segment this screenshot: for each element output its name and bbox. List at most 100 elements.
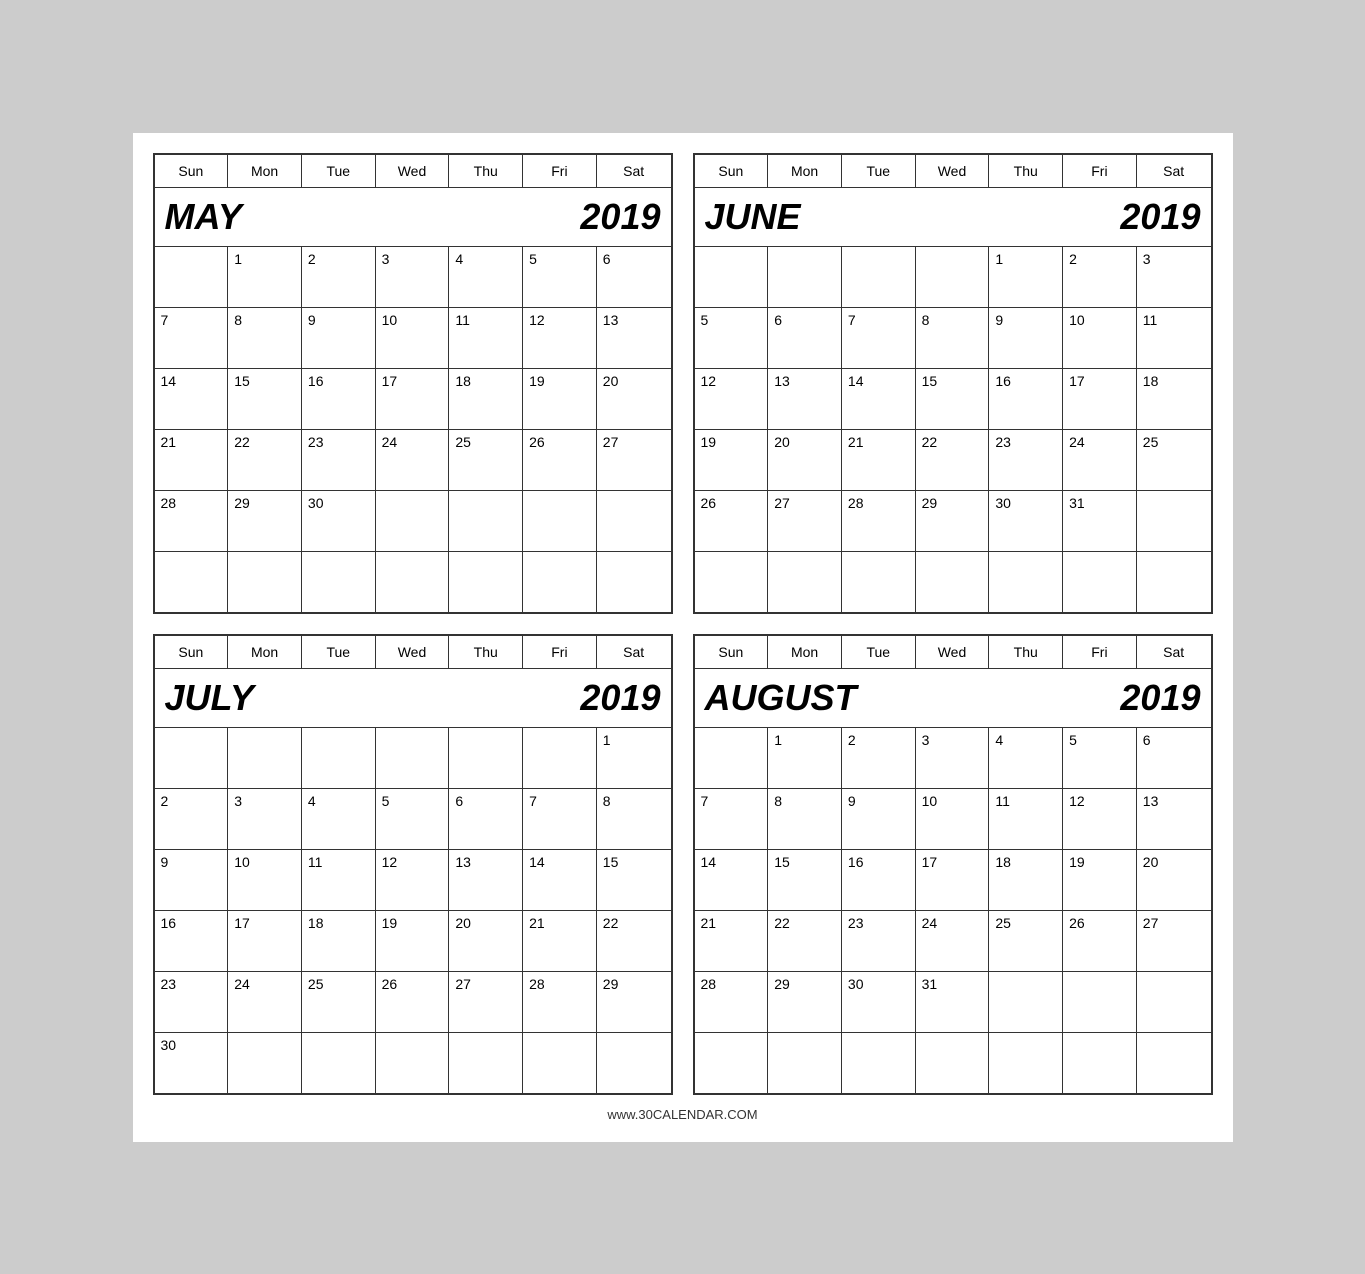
list-item: 8: [768, 789, 842, 849]
list-item: [449, 1033, 523, 1093]
list-item: [228, 1033, 302, 1093]
month-title-row-june-2019: JUNE2019: [695, 188, 1211, 247]
list-item: 7: [155, 308, 229, 368]
list-item: 24: [228, 972, 302, 1032]
list-item: 14: [695, 850, 769, 910]
list-item: [1137, 552, 1211, 612]
list-item: [155, 247, 229, 307]
list-item: 26: [695, 491, 769, 551]
list-item: 13: [449, 850, 523, 910]
day-name-mon: Mon: [768, 636, 842, 668]
list-item: 13: [1137, 789, 1211, 849]
day-name-mon: Mon: [228, 636, 302, 668]
year-name-august-2019: 2019: [1120, 677, 1200, 719]
weeks-june-2019: 1235678910111213141516171819202122232425…: [695, 247, 1211, 612]
list-item: [302, 1033, 376, 1093]
day-name-thu: Thu: [449, 636, 523, 668]
day-names-row-june-2019: SunMonTueWedThuFriSat: [695, 155, 1211, 188]
list-item: 8: [916, 308, 990, 368]
list-item: [842, 1033, 916, 1093]
table-row: 9101112131415: [155, 850, 671, 911]
list-item: 22: [228, 430, 302, 490]
list-item: 12: [1063, 789, 1137, 849]
day-name-fri: Fri: [1063, 636, 1137, 668]
month-title-row-august-2019: AUGUST 2019: [695, 669, 1211, 728]
day-name-fri: Fri: [1063, 155, 1137, 187]
day-name-thu: Thu: [989, 155, 1063, 187]
calendar-july-2019: SunMonTueWedThuFriSatJULY201912345678910…: [153, 634, 673, 1095]
list-item: [1137, 972, 1211, 1032]
list-item: 26: [376, 972, 450, 1032]
month-name-august-2019: AUGUST: [705, 677, 857, 719]
table-row: 14151617181920: [695, 850, 1211, 911]
weeks-july-2019: 1234567891011121314151617181920212223242…: [155, 728, 671, 1093]
table-row: 14151617181920: [155, 369, 671, 430]
list-item: [916, 552, 990, 612]
list-item: 23: [155, 972, 229, 1032]
list-item: 29: [916, 491, 990, 551]
month-name-july-2019: JULY: [165, 677, 254, 719]
list-item: [989, 1033, 1063, 1093]
list-item: 12: [695, 369, 769, 429]
list-item: 25: [449, 430, 523, 490]
list-item: 19: [1063, 850, 1137, 910]
list-item: 4: [989, 728, 1063, 788]
day-name-thu: Thu: [989, 636, 1063, 668]
list-item: 17: [1063, 369, 1137, 429]
day-name-mon: Mon: [228, 155, 302, 187]
list-item: 3: [916, 728, 990, 788]
list-item: 2: [842, 728, 916, 788]
list-item: 13: [768, 369, 842, 429]
weeks-august-2019: 1234567891011121314151617181920212223242…: [695, 728, 1211, 1093]
list-item: 21: [695, 911, 769, 971]
list-item: 1: [768, 728, 842, 788]
list-item: [228, 552, 302, 612]
list-item: [523, 491, 597, 551]
list-item: [523, 552, 597, 612]
day-name-sat: Sat: [597, 155, 671, 187]
day-name-tue: Tue: [302, 155, 376, 187]
list-item: [228, 728, 302, 788]
list-item: 15: [597, 850, 671, 910]
list-item: 5: [695, 308, 769, 368]
list-item: 12: [523, 308, 597, 368]
table-row: [695, 552, 1211, 612]
footer-url: www.30CALENDAR.COM: [607, 1107, 757, 1122]
list-item: 3: [1137, 247, 1211, 307]
list-item: [449, 491, 523, 551]
list-item: 24: [1063, 430, 1137, 490]
list-item: [376, 552, 450, 612]
list-item: [1063, 552, 1137, 612]
table-row: 78910111213: [695, 789, 1211, 850]
list-item: 18: [989, 850, 1063, 910]
month-title-row-july-2019: JULY2019: [155, 669, 671, 728]
day-name-sun: Sun: [155, 155, 229, 187]
list-item: [768, 247, 842, 307]
list-item: 20: [597, 369, 671, 429]
list-item: 15: [228, 369, 302, 429]
list-item: 11: [449, 308, 523, 368]
list-item: 20: [768, 430, 842, 490]
list-item: 4: [302, 789, 376, 849]
list-item: 10: [376, 308, 450, 368]
list-item: [916, 1033, 990, 1093]
list-item: 1: [597, 728, 671, 788]
list-item: [1063, 1033, 1137, 1093]
list-item: [523, 728, 597, 788]
list-item: 20: [449, 911, 523, 971]
footer: www.30CALENDAR.COM: [153, 1107, 1213, 1122]
list-item: 17: [916, 850, 990, 910]
list-item: [376, 728, 450, 788]
list-item: [989, 552, 1063, 612]
list-item: [695, 552, 769, 612]
table-row: 282930: [155, 491, 671, 552]
list-item: [449, 552, 523, 612]
day-name-tue: Tue: [302, 636, 376, 668]
list-item: 6: [449, 789, 523, 849]
list-item: [597, 491, 671, 551]
list-item: 30: [155, 1033, 229, 1093]
day-name-sun: Sun: [155, 636, 229, 668]
list-item: 1: [228, 247, 302, 307]
list-item: 28: [842, 491, 916, 551]
list-item: 18: [302, 911, 376, 971]
